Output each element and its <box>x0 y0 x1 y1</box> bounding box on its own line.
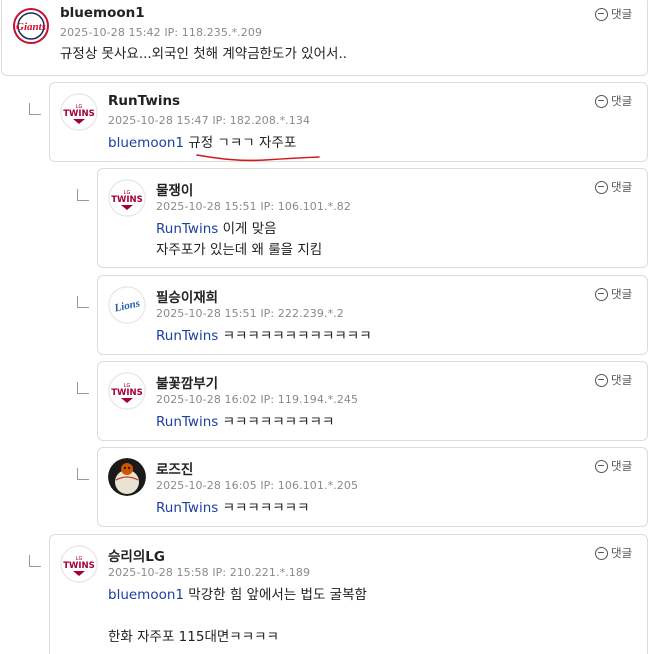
comment-line: 막강한 힘 앞에서는 법도 굴복함 <box>188 587 367 603</box>
comment-author[interactable]: RunTwins <box>108 93 180 109</box>
comment-line: ㅋㅋㅋㅋㅋㅋㅋ <box>222 500 310 516</box>
mention-link[interactable]: RunTwins <box>156 328 218 344</box>
comment-card: 로즈진 2025-10-28 16:05 IP: 106.101.*.205 R… <box>97 447 648 527</box>
comment-text: RunTwins ㅋㅋㅋㅋㅋㅋㅋㅋㅋㅋㅋㅋ <box>156 326 372 347</box>
reply-branch-icon <box>77 382 89 394</box>
avatar-lions-logo[interactable]: Lions <box>108 286 146 324</box>
svg-text:TWINS: TWINS <box>63 109 95 119</box>
red-underline-annotation <box>196 154 320 162</box>
mention-link[interactable]: bluemoon1 <box>108 135 184 151</box>
reply-button[interactable]: 댓글 <box>595 458 632 474</box>
reply-branch-icon <box>77 296 89 308</box>
avatar-ball-photo[interactable] <box>108 458 146 496</box>
comment-bubble-icon <box>595 459 608 473</box>
comment-line: 자주포가 있는데 왜 룰을 지킴 <box>156 242 323 258</box>
reply-label: 댓글 <box>611 94 633 108</box>
svg-text:TWINS: TWINS <box>111 388 143 398</box>
comment-meta: 2025-10-28 15:51 IP: 222.239.*.2 <box>156 307 344 320</box>
comment-card: LG TWINS 물쟁이 2025-10-28 15:51 IP: 106.10… <box>97 168 648 268</box>
comment-meta: 2025-10-28 15:58 IP: 210.221.*.189 <box>108 566 311 579</box>
comment-meta: 2025-10-28 15:47 IP: 182.208.*.134 <box>108 114 311 127</box>
comment-card: LG TWINS 승리의LG 2025-10-28 15:58 IP: 210.… <box>49 534 648 654</box>
comment-line: ㅋㅋㅋㅋㅋㅋㅋㅋㅋ <box>222 414 335 430</box>
reply-label: 댓글 <box>611 459 633 473</box>
mention-link[interactable]: bluemoon1 <box>108 587 184 603</box>
reply-branch-icon <box>29 555 41 567</box>
comment-bubble-icon <box>595 7 608 21</box>
comment-text: bluemoon1 규정 ㄱㅋㄱ 자주포 <box>108 133 296 154</box>
comment-line: 규정 ㄱㅋㄱ 자주포 <box>188 135 297 151</box>
comment-bubble-icon <box>595 287 608 301</box>
comment-blank-line <box>108 606 367 627</box>
mention-link[interactable]: RunTwins <box>156 500 218 516</box>
mention-link[interactable]: RunTwins <box>156 221 218 237</box>
comment-line: 이게 맞음 <box>222 221 277 237</box>
comment-bubble-icon <box>595 94 608 108</box>
svg-text:Giants: Giants <box>16 21 46 33</box>
avatar-twins-logo[interactable]: LG TWINS <box>60 93 98 131</box>
comment-meta: 2025-10-28 15:42 IP: 118.235.*.209 <box>60 26 263 39</box>
reply-button[interactable]: 댓글 <box>595 372 632 388</box>
comment-bubble-icon <box>595 373 608 387</box>
reply-button[interactable]: 댓글 <box>595 93 632 109</box>
comment-card: LG TWINS 불꽃깜부기 2025-10-28 16:02 IP: 119.… <box>97 361 648 441</box>
comment-line: ㅋㅋㅋㅋㅋㅋㅋㅋㅋㅋㅋㅋ <box>222 328 372 344</box>
comment-card: Lions 필승이재희 2025-10-28 15:51 IP: 222.239… <box>97 275 648 355</box>
comment-text: bluemoon1 막강한 힘 앞에서는 법도 굴복함 한화 자주포 115대면… <box>108 585 367 648</box>
reply-label: 댓글 <box>611 7 633 21</box>
reply-button[interactable]: 댓글 <box>595 179 632 195</box>
reply-branch-icon <box>77 189 89 201</box>
comment-line: 한화 자주포 115대면ㅋㅋㅋㅋ <box>108 629 279 645</box>
comment-text: 규정상 못사요...외국인 첫해 계약금한도가 있어서.. <box>60 44 347 65</box>
comment-card: Giants bluemoon1 2025-10-28 15:42 IP: 11… <box>1 0 648 76</box>
comment-author[interactable]: 물쟁이 <box>156 179 193 199</box>
avatar-giants-logo[interactable]: Giants <box>12 7 50 45</box>
reply-branch-icon <box>29 103 41 115</box>
reply-branch-icon <box>77 468 89 480</box>
comment-bubble-icon <box>595 546 608 560</box>
comment-meta: 2025-10-28 16:05 IP: 106.101.*.205 <box>156 479 359 492</box>
reply-button[interactable]: 댓글 <box>595 286 632 302</box>
comment-meta: 2025-10-28 15:51 IP: 106.101.*.82 <box>156 200 351 213</box>
comment-author[interactable]: bluemoon1 <box>60 5 145 21</box>
comment-author[interactable]: 승리의LG <box>108 545 165 565</box>
comment-line: 규정상 못사요...외국인 첫해 계약금한도가 있어서.. <box>60 46 348 62</box>
reply-label: 댓글 <box>611 180 633 194</box>
mention-link[interactable]: RunTwins <box>156 414 218 430</box>
comment-meta: 2025-10-28 16:02 IP: 119.194.*.245 <box>156 393 359 406</box>
comment-text: RunTwins 이게 맞음 자주포가 있는데 왜 룰을 지킴 <box>156 219 322 261</box>
reply-label: 댓글 <box>611 373 633 387</box>
reply-button[interactable]: 댓글 <box>595 6 632 22</box>
avatar-twins-logo[interactable]: LG TWINS <box>60 545 98 583</box>
reply-button[interactable]: 댓글 <box>595 545 632 561</box>
svg-text:TWINS: TWINS <box>63 561 95 571</box>
avatar-twins-logo[interactable]: LG TWINS <box>108 179 146 217</box>
comment-bubble-icon <box>595 180 608 194</box>
reply-label: 댓글 <box>611 546 633 560</box>
comment-text: RunTwins ㅋㅋㅋㅋㅋㅋㅋㅋㅋ <box>156 412 334 433</box>
comment-author[interactable]: 필승이재희 <box>156 286 218 306</box>
reply-label: 댓글 <box>611 287 633 301</box>
comment-author[interactable]: 불꽃깜부기 <box>156 372 218 392</box>
comment-card: LG TWINS RunTwins 2025-10-28 15:47 IP: 1… <box>49 82 648 162</box>
comment-text: RunTwins ㅋㅋㅋㅋㅋㅋㅋ <box>156 498 310 519</box>
svg-text:TWINS: TWINS <box>111 195 143 205</box>
avatar-twins-logo[interactable]: LG TWINS <box>108 372 146 410</box>
comment-author[interactable]: 로즈진 <box>156 458 193 478</box>
